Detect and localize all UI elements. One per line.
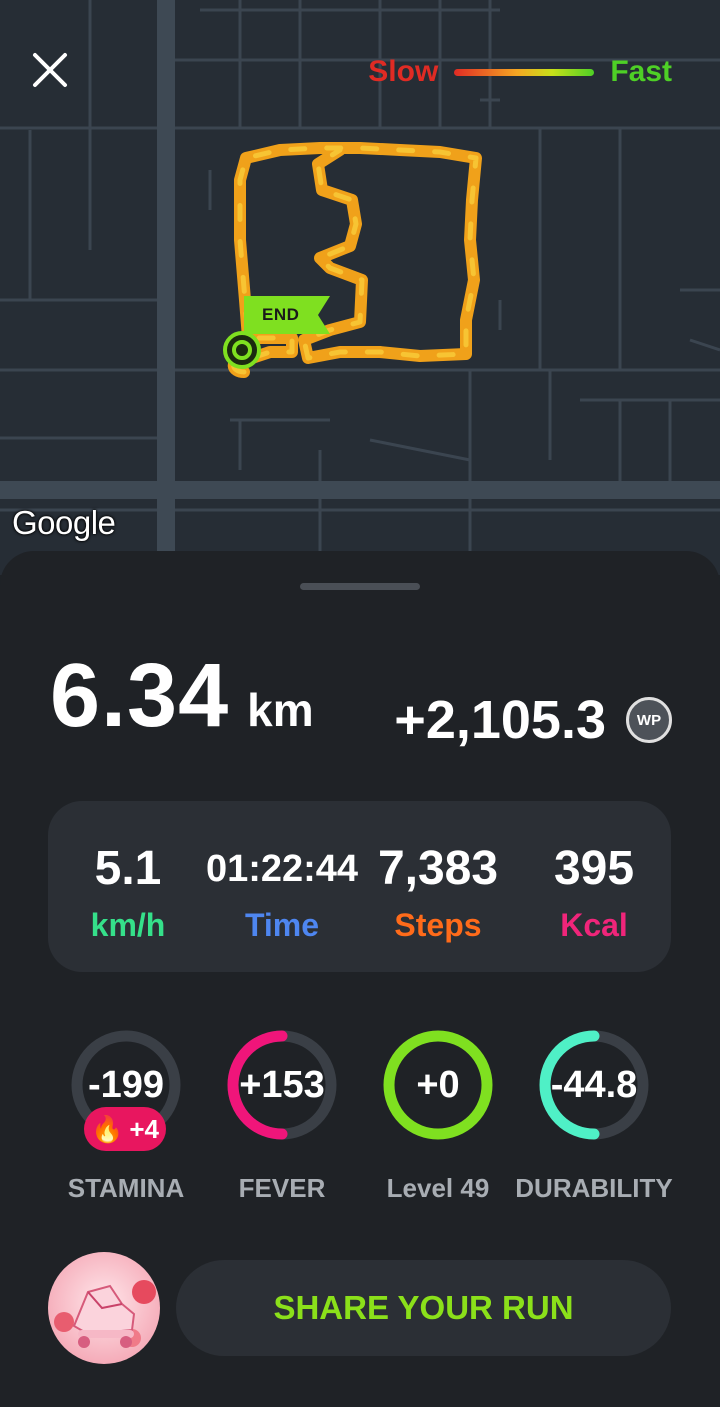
stat-value: 01:22:44 — [205, 848, 359, 890]
stamina-label: STAMINA — [67, 1173, 185, 1203]
close-button[interactable] — [26, 46, 74, 94]
level-value: +0 — [416, 1064, 460, 1106]
route-map[interactable]: Slow Fast END Google — [0, 0, 720, 575]
wp-token-icon: WP — [626, 697, 672, 743]
stat-label: km/h — [90, 907, 166, 943]
share-run-button[interactable]: SHARE YOUR RUN — [176, 1260, 671, 1356]
sneaker-avatar[interactable] — [48, 1252, 160, 1364]
stat-label: Time — [244, 907, 320, 943]
stat-label: Steps — [394, 907, 482, 943]
start-marker-icon — [222, 330, 262, 370]
stat-steps: 7,383 Steps — [358, 841, 518, 947]
level-ring: +0 — [382, 1029, 494, 1141]
map-attribution: Google — [12, 504, 116, 541]
distance-value: 6.34 — [50, 646, 230, 746]
sneaker-image — [48, 1252, 160, 1364]
stat-kcal: 395 Kcal — [514, 841, 674, 947]
stamina-value: -199 — [87, 1064, 165, 1106]
slow-label: Slow — [368, 55, 439, 88]
distance-unit: km — [247, 684, 314, 736]
distance-display: 6.34 km — [50, 645, 314, 748]
stats-card: 5.1 km/h 01:22:44 Time 7,383 Steps 395 K… — [48, 801, 671, 972]
stamina-bonus-badge: 🔥 +4 — [84, 1107, 166, 1151]
points-earned: +2,105.3 WP — [394, 689, 672, 751]
stat-value: 7,383 — [377, 842, 499, 895]
drag-handle[interactable] — [300, 583, 420, 590]
durability-label: DURABILITY — [515, 1173, 673, 1203]
summary-sheet: 6.34 km +2,105.3 WP 5.1 km/h 01:22:44 Ti… — [0, 551, 720, 1407]
durability-ring: -44.8 — [538, 1029, 650, 1141]
speed-legend: Slow Fast — [368, 52, 672, 92]
stat-value: 395 — [553, 842, 635, 895]
fever-ring: +153 — [226, 1029, 338, 1141]
fast-label: Fast — [610, 55, 672, 88]
fever-value: +153 — [239, 1064, 325, 1106]
fire-icon: 🔥 — [90, 1113, 124, 1144]
points-value: +2,105.3 — [394, 690, 606, 750]
speed-gradient-bar — [454, 68, 595, 76]
stat-time: 01:22:44 Time — [202, 841, 362, 947]
end-flag: END — [244, 296, 330, 334]
close-icon — [33, 53, 67, 87]
level-label: Level 49 — [386, 1173, 490, 1203]
stat-value: 5.1 — [94, 842, 162, 895]
stamina-bonus-value: +4 — [129, 1113, 160, 1144]
fever-label: FEVER — [238, 1173, 326, 1203]
stat-speed: 5.1 km/h — [48, 841, 208, 947]
end-label: END — [262, 305, 300, 324]
durability-value: -44.8 — [550, 1064, 638, 1106]
run-summary-screen: Slow Fast END Google 6.34 km +2,105.3 WP… — [0, 0, 720, 1407]
stat-label: Kcal — [560, 907, 628, 943]
